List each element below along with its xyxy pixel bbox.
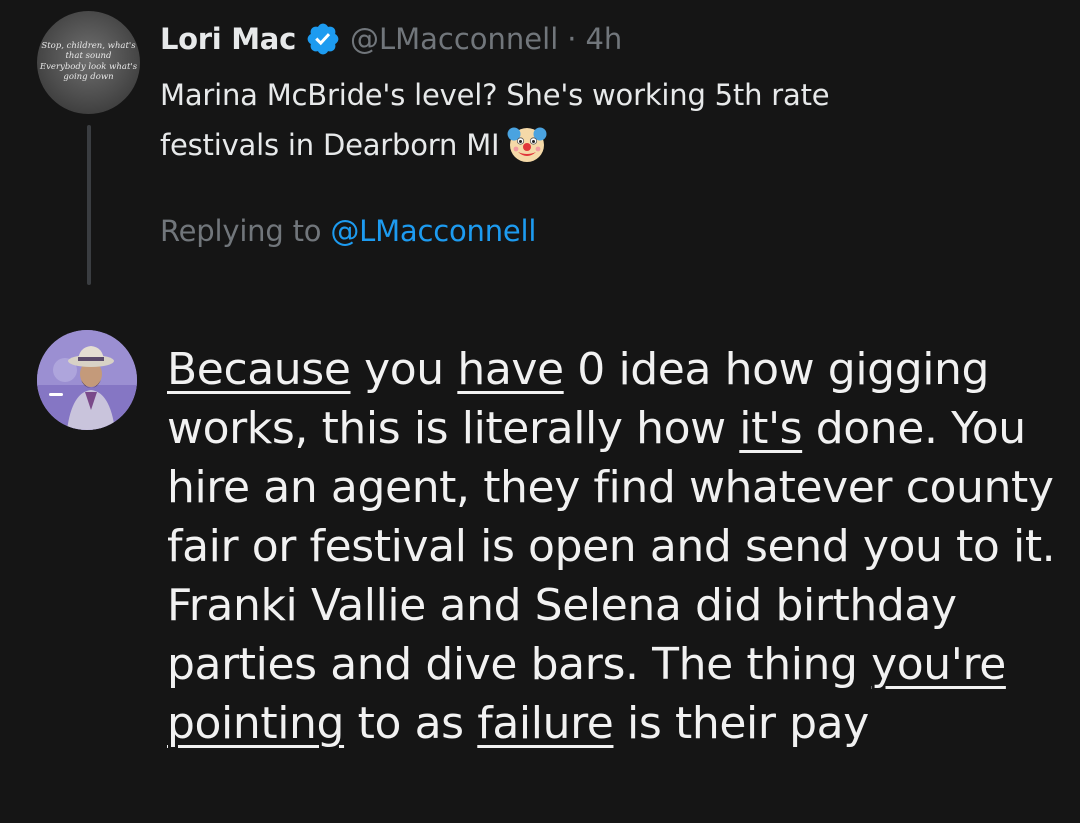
tweet-text: Marina McBride's level? She's working 5t… <box>160 70 1040 170</box>
tweet-text-line-2: festivals in Dearborn MI <box>160 120 1040 170</box>
reply-text-segment: you <box>350 344 458 395</box>
tweet-header: Lori Mac @LMacconnell · 4h <box>160 17 622 61</box>
author-display-name[interactable]: Lori Mac <box>160 22 296 56</box>
avatar-text-line-2: that sound <box>65 51 112 61</box>
reply-text-segment: is their pay <box>613 698 869 749</box>
underlined-word: you're <box>871 639 1006 690</box>
avatar-text-line-3: Everybody look what's <box>39 62 138 72</box>
avatar-text-line-4: going down <box>63 72 114 82</box>
tweet-text-line-1: Marina McBride's level? She's working 5t… <box>160 78 830 112</box>
underlined-word: it's <box>739 403 803 454</box>
user-avatar-icon <box>37 330 137 430</box>
replying-to-mention-link[interactable]: @LMacconnell <box>330 214 536 248</box>
tweet-text-line-2-content: festivals in Dearborn MI <box>160 128 500 162</box>
replying-to-line: Replying to @LMacconnell <box>160 206 536 256</box>
author-handle[interactable]: @LMacconnell <box>350 22 558 56</box>
avatar-text-line-1: Stop, children, what's <box>41 41 136 51</box>
underlined-word: pointing <box>167 698 345 749</box>
thread-connector-line <box>87 125 91 285</box>
underlined-word: Because <box>167 344 351 395</box>
reply-text-segment: to as <box>344 698 478 749</box>
underlined-word: have <box>457 344 564 395</box>
replying-to-label: Replying to <box>160 214 322 248</box>
clown-face-icon <box>507 127 547 162</box>
verified-badge-icon <box>307 23 339 55</box>
reply-text: Because you have 0 idea how gigging work… <box>167 340 1067 753</box>
tweet-timestamp[interactable]: 4h <box>585 22 622 56</box>
author-avatar[interactable]: Stop, children, what's that sound Everyb… <box>37 11 140 114</box>
underlined-word: failure <box>477 698 614 749</box>
separator-dot: · <box>567 22 577 56</box>
reply-author-avatar[interactable] <box>37 330 137 430</box>
